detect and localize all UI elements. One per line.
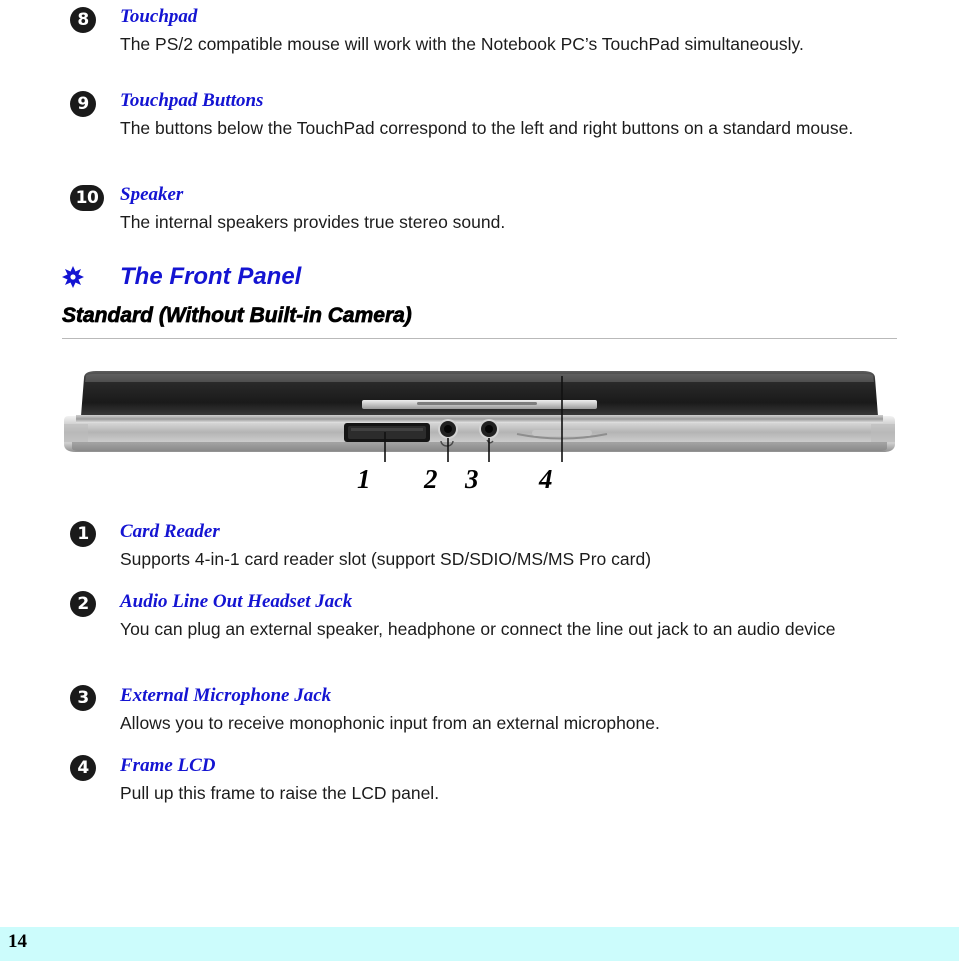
list-item: 10 Speaker The internal speakers provide… <box>0 182 959 244</box>
item-heading: Frame LCD <box>120 755 216 776</box>
item-body: Pull up this frame to raise the LCD pane… <box>120 783 440 803</box>
callout-number: 2 <box>424 464 438 494</box>
callout-number: 3 <box>465 464 479 494</box>
item-heading: Card Reader <box>120 521 220 542</box>
document-page: 8 Touchpad The PS/2 compatible mouse wil… <box>0 0 959 961</box>
item-body: The buttons below the TouchPad correspon… <box>120 118 854 138</box>
item-number-badge: 8 <box>70 7 96 33</box>
callout-number: 1 <box>357 464 371 494</box>
subsection-title: Standard (Without Built-in Camera) <box>62 304 413 328</box>
item-body: Supports 4-in-1 card reader slot (suppor… <box>120 549 652 569</box>
callout-number: 4 <box>539 464 553 494</box>
section-title: The Front Panel <box>120 263 302 290</box>
section-title-row: The Front Panel <box>0 262 959 292</box>
item-number-badge: 3 <box>70 685 96 711</box>
list-item: 2 Audio Line Out Headset Jack You can pl… <box>0 589 959 683</box>
list-item: 8 Touchpad The PS/2 compatible mouse wil… <box>0 4 959 88</box>
item-heading: Touchpad <box>120 6 198 27</box>
list-item: 3 External Microphone Jack Allows you to… <box>0 683 959 753</box>
figure-callout-numbers: 1 2 3 4 <box>0 464 959 496</box>
front-panel-figure: 1 2 3 4 <box>0 360 959 510</box>
list-item: 4 Frame LCD Pull up this frame to raise … <box>0 753 959 823</box>
list-item: 1 Card Reader Supports 4-in-1 card reade… <box>0 519 959 589</box>
item-body: The PS/2 compatible mouse will work with… <box>120 34 804 54</box>
section-header: The Front Panel Standard (Without Built-… <box>0 262 959 339</box>
item-heading: Speaker <box>120 184 184 205</box>
item-number-badge: 2 <box>70 591 96 617</box>
item-heading: Touchpad Buttons <box>120 90 264 111</box>
item-heading: Audio Line Out Headset Jack <box>120 591 353 612</box>
decorative-flower-icon <box>62 266 84 288</box>
item-number-badge: 9 <box>70 91 96 117</box>
list-item: 9 Touchpad Buttons The buttons below the… <box>0 88 959 182</box>
item-number-badge: 10 <box>70 185 104 211</box>
notebook-front-illustration <box>64 371 895 462</box>
item-number-badge: 4 <box>70 755 96 781</box>
page-footer: 14 <box>0 927 959 961</box>
divider <box>62 338 897 339</box>
item-body: The internal speakers provides true ster… <box>120 212 506 232</box>
item-body: You can plug an external speaker, headph… <box>120 619 836 639</box>
top-items-group: 8 Touchpad The PS/2 compatible mouse wil… <box>0 4 959 244</box>
item-body: Allows you to receive monophonic input f… <box>120 713 660 733</box>
bottom-items-group: 1 Card Reader Supports 4-in-1 card reade… <box>0 519 959 823</box>
item-heading: External Microphone Jack <box>120 685 332 706</box>
item-number-badge: 1 <box>70 521 96 547</box>
page-number: 14 <box>8 931 27 952</box>
